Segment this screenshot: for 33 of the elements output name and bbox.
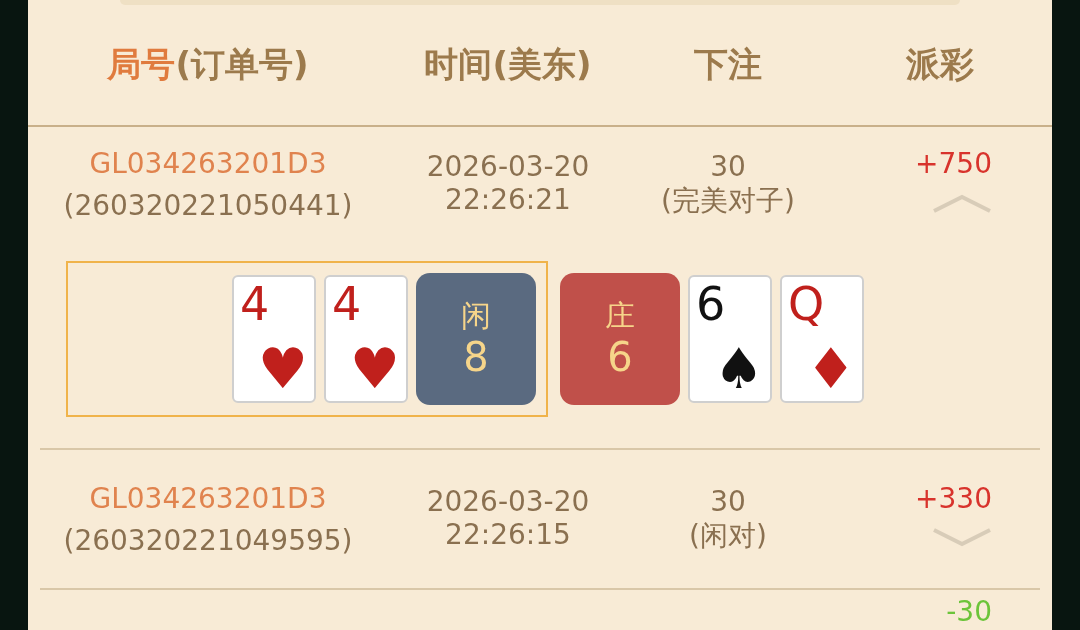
bet-date: 2026-03-20	[426, 149, 590, 185]
bet-time: 22:26:21	[445, 185, 571, 215]
hand-total: 6	[607, 334, 633, 380]
column-header: 派彩	[905, 43, 975, 86]
card-suit: ♥	[257, 339, 308, 399]
payout-amount: -30	[946, 594, 992, 630]
column-header: 局号(订单号)	[106, 43, 310, 86]
bet-date: 2026-03-20	[426, 484, 590, 520]
bet-amount: 30	[710, 484, 746, 520]
payout-amount: +330	[915, 481, 992, 517]
chevron-up-icon[interactable]	[932, 193, 992, 213]
bet-amount: 30	[710, 149, 746, 185]
hand-total: 8	[463, 334, 489, 380]
payout-amount: +750	[915, 146, 992, 182]
card-suit: ♠	[713, 339, 764, 399]
bet-time: 22:26:15	[445, 520, 571, 550]
card-rank: Q	[788, 279, 826, 329]
side-label: 庄	[605, 298, 635, 334]
bet-type: (完美对子)	[661, 185, 795, 217]
column-header: 时间(美东)	[423, 43, 593, 86]
chevron-down-icon[interactable]	[932, 528, 992, 548]
card-suit: ♦	[805, 339, 856, 399]
order-number: (260320221049595)	[63, 523, 353, 559]
round-number: GL034263201D3	[89, 146, 327, 182]
card-rank: 4	[332, 279, 363, 329]
side-label: 闲	[461, 298, 491, 334]
column-header: 下注	[693, 43, 763, 86]
bet-type: (闲对)	[689, 520, 767, 552]
card-rank: 4	[240, 279, 271, 329]
round-number: GL034263201D3	[89, 481, 327, 517]
order-number: (260320221050441)	[63, 188, 353, 224]
card-rank: 6	[696, 279, 727, 329]
card-suit: ♥	[349, 339, 400, 399]
